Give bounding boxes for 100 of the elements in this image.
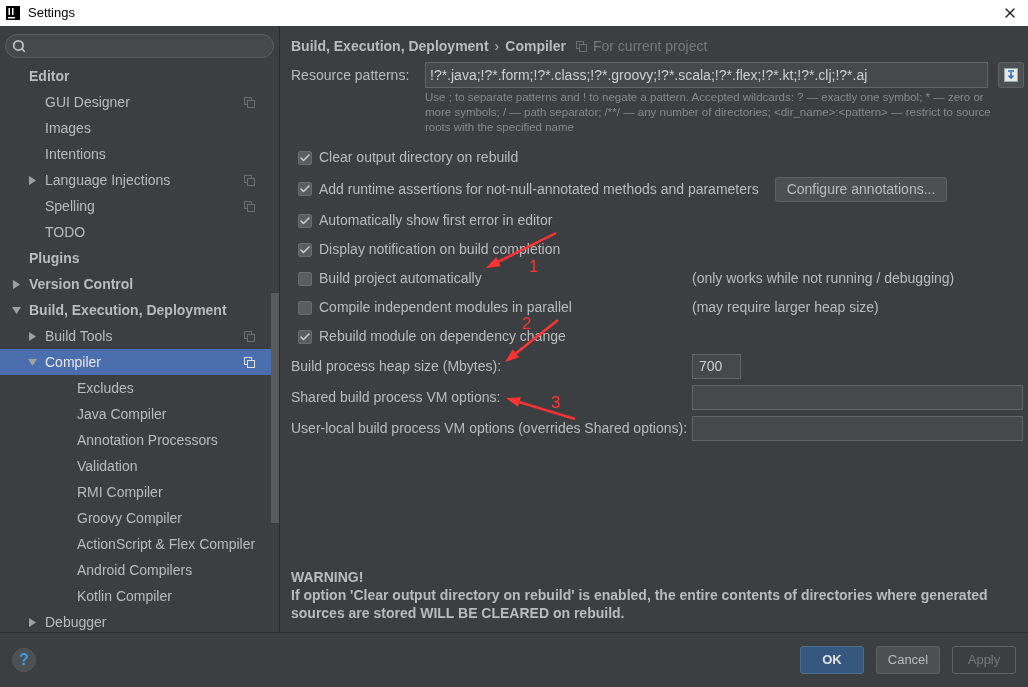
tree-item-label: Android Compilers bbox=[77, 560, 194, 580]
tree-item[interactable]: Language Injections bbox=[0, 167, 271, 193]
tree-item[interactable]: Android Compilers bbox=[0, 557, 271, 583]
field-label: Resource patterns: bbox=[291, 65, 411, 85]
option-label[interactable]: Automatically show first error in editor bbox=[319, 210, 553, 231]
checkbox[interactable] bbox=[298, 213, 312, 228]
expand-field-button[interactable] bbox=[998, 62, 1024, 88]
caret-right-icon[interactable] bbox=[28, 175, 37, 185]
checkbox[interactable] bbox=[298, 182, 312, 196]
check-icon bbox=[299, 330, 311, 343]
tree-item[interactable]: Excludes bbox=[0, 375, 271, 401]
resource-patterns-field[interactable]: !?*.java;!?*.form;!?*.class;!?*.groovy;!?*.scala;!?*.flex;!?*.kt;!?*.clj;!?*.aj bbox=[425, 62, 988, 88]
dialog-button[interactable]: OK bbox=[800, 646, 864, 674]
tree-item-label: ActionScript & Flex Compiler bbox=[77, 534, 256, 554]
tree-item[interactable]: Spelling bbox=[0, 193, 271, 219]
tree-item[interactable]: Validation bbox=[0, 453, 271, 479]
breadcrumb-parent[interactable]: Build, Execution, Deployment bbox=[291, 35, 489, 57]
hint-text: Use ; to separate patterns and ! to negate a pattern. Accepted wildcards: ? — exactly one symbol; * — zero or more symbols; / — path separator; /**/ — any number of directories; <dir_name>:<pattern> — restrict to source roots with the specified name bbox=[425, 90, 992, 135]
tree-item[interactable]: Plugins bbox=[0, 245, 271, 271]
tree-item-label: Build, Execution, Deployment bbox=[29, 300, 228, 320]
checkbox[interactable] bbox=[298, 271, 312, 286]
tree-item-label: Annotation Processors bbox=[77, 430, 219, 450]
check-icon bbox=[299, 151, 311, 164]
tree-item-label: Editor bbox=[29, 66, 71, 86]
breadcrumb-separator: › bbox=[494, 36, 500, 56]
checkbox[interactable] bbox=[298, 150, 312, 165]
option-label[interactable]: Clear output directory on rebuild bbox=[319, 147, 519, 168]
tree-item[interactable]: Editor bbox=[0, 63, 271, 89]
tree-item[interactable]: ActionScript & Flex Compiler bbox=[0, 531, 271, 557]
tree-item-label: Intentions bbox=[45, 144, 107, 164]
tree-item-label: Groovy Compiler bbox=[77, 508, 184, 528]
checkbox[interactable] bbox=[298, 329, 312, 344]
tree-item-label: Debugger bbox=[45, 612, 108, 632]
scope-label: For current project bbox=[592, 36, 708, 56]
check-icon bbox=[299, 183, 311, 195]
annotation-number: 3 bbox=[551, 394, 561, 412]
caret-right-icon[interactable] bbox=[12, 279, 21, 289]
annotation-arrow bbox=[506, 397, 576, 421]
warning-title: WARNING! bbox=[291, 568, 365, 586]
tree-item-label: Version Control bbox=[29, 274, 135, 294]
tree-item[interactable]: Images bbox=[0, 115, 271, 141]
app-icon bbox=[6, 6, 20, 20]
search-icon bbox=[12, 39, 26, 53]
tree-item[interactable]: Build, Execution, Deployment bbox=[0, 297, 271, 323]
tree-item-label: Java Compiler bbox=[77, 404, 168, 424]
tree-item[interactable]: Debugger bbox=[0, 609, 271, 632]
tree-item[interactable]: Annotation Processors bbox=[0, 427, 271, 453]
annotation-number: 2 bbox=[522, 315, 532, 333]
heap-size-field[interactable]: 700 bbox=[692, 354, 741, 379]
check-icon bbox=[299, 243, 311, 256]
tree-item[interactable]: Compiler bbox=[0, 349, 271, 375]
option-label[interactable]: Compile independent modules in parallel bbox=[319, 297, 572, 318]
annotation-number: 1 bbox=[529, 258, 539, 276]
caret-right-icon[interactable] bbox=[28, 331, 37, 341]
dialog-button[interactable]: Cancel bbox=[876, 646, 940, 674]
tree-item[interactable]: Java Compiler bbox=[0, 401, 271, 427]
tree-item[interactable]: Intentions bbox=[0, 141, 271, 167]
tree-item-label: GUI Designer bbox=[45, 92, 131, 112]
tree-item[interactable]: Groovy Compiler bbox=[0, 505, 271, 531]
tree-item-label: Validation bbox=[77, 456, 139, 476]
tree-item[interactable]: Kotlin Compiler bbox=[0, 583, 271, 609]
warning-text: If option 'Clear output directory on rebuild' is enabled, the entire contents of directories where generated sources are stored WILL BE CLEARED on rebuild. bbox=[291, 586, 989, 622]
vm-options-field[interactable] bbox=[692, 385, 1023, 410]
tree-item-label: Spelling bbox=[45, 196, 96, 216]
breadcrumb-current: Compiler bbox=[505, 36, 566, 56]
check-icon bbox=[299, 214, 311, 227]
field-label: User-local build process VM options (overrides Shared options): bbox=[291, 419, 688, 438]
field-label: Build process heap size (Mbytes): bbox=[291, 357, 502, 376]
caret-down-icon[interactable] bbox=[12, 305, 21, 315]
tree-item-label: TODO bbox=[45, 222, 87, 242]
tree-item-label: Build Tools bbox=[45, 326, 114, 346]
copy-icon bbox=[244, 356, 255, 368]
tree-item-label: Images bbox=[45, 118, 92, 138]
option-label[interactable]: Build project automatically bbox=[319, 268, 482, 289]
vm-options-field[interactable] bbox=[692, 416, 1023, 441]
tree-item[interactable]: RMI Compiler bbox=[0, 479, 271, 505]
window-title: Settings bbox=[28, 4, 76, 23]
option-note: (may require larger heap size) bbox=[692, 298, 879, 317]
tree-item-label: Plugins bbox=[29, 248, 81, 268]
tree-item-label: Kotlin Compiler bbox=[77, 586, 173, 606]
copy-icon bbox=[244, 96, 255, 108]
option-note: (only works while not running / debugging) bbox=[692, 269, 955, 288]
checkbox[interactable] bbox=[298, 300, 312, 315]
caret-right-icon[interactable] bbox=[28, 617, 37, 627]
search-field[interactable] bbox=[5, 34, 274, 58]
tree-item-label: Language Injections bbox=[45, 170, 172, 190]
tree-item-label: RMI Compiler bbox=[77, 482, 164, 502]
tree-item[interactable]: Version Control bbox=[0, 271, 271, 297]
expand-field-icon bbox=[1004, 68, 1018, 82]
checkbox[interactable] bbox=[298, 242, 312, 257]
copy-icon bbox=[575, 40, 587, 52]
tree-item[interactable]: TODO bbox=[0, 219, 271, 245]
copy-icon bbox=[244, 174, 255, 186]
configure-annotations-button[interactable]: Configure annotations... bbox=[774, 176, 948, 202]
scrollbar-thumb[interactable] bbox=[271, 293, 279, 523]
tree-item-label: Excludes bbox=[77, 378, 135, 398]
field-label: Shared build process VM options: bbox=[291, 388, 501, 407]
option-label[interactable]: Add runtime assertions for not-null-annotated methods and parameters bbox=[319, 178, 759, 200]
tree-item[interactable]: GUI Designer bbox=[0, 89, 271, 115]
tree-item[interactable]: Build Tools bbox=[0, 323, 271, 349]
